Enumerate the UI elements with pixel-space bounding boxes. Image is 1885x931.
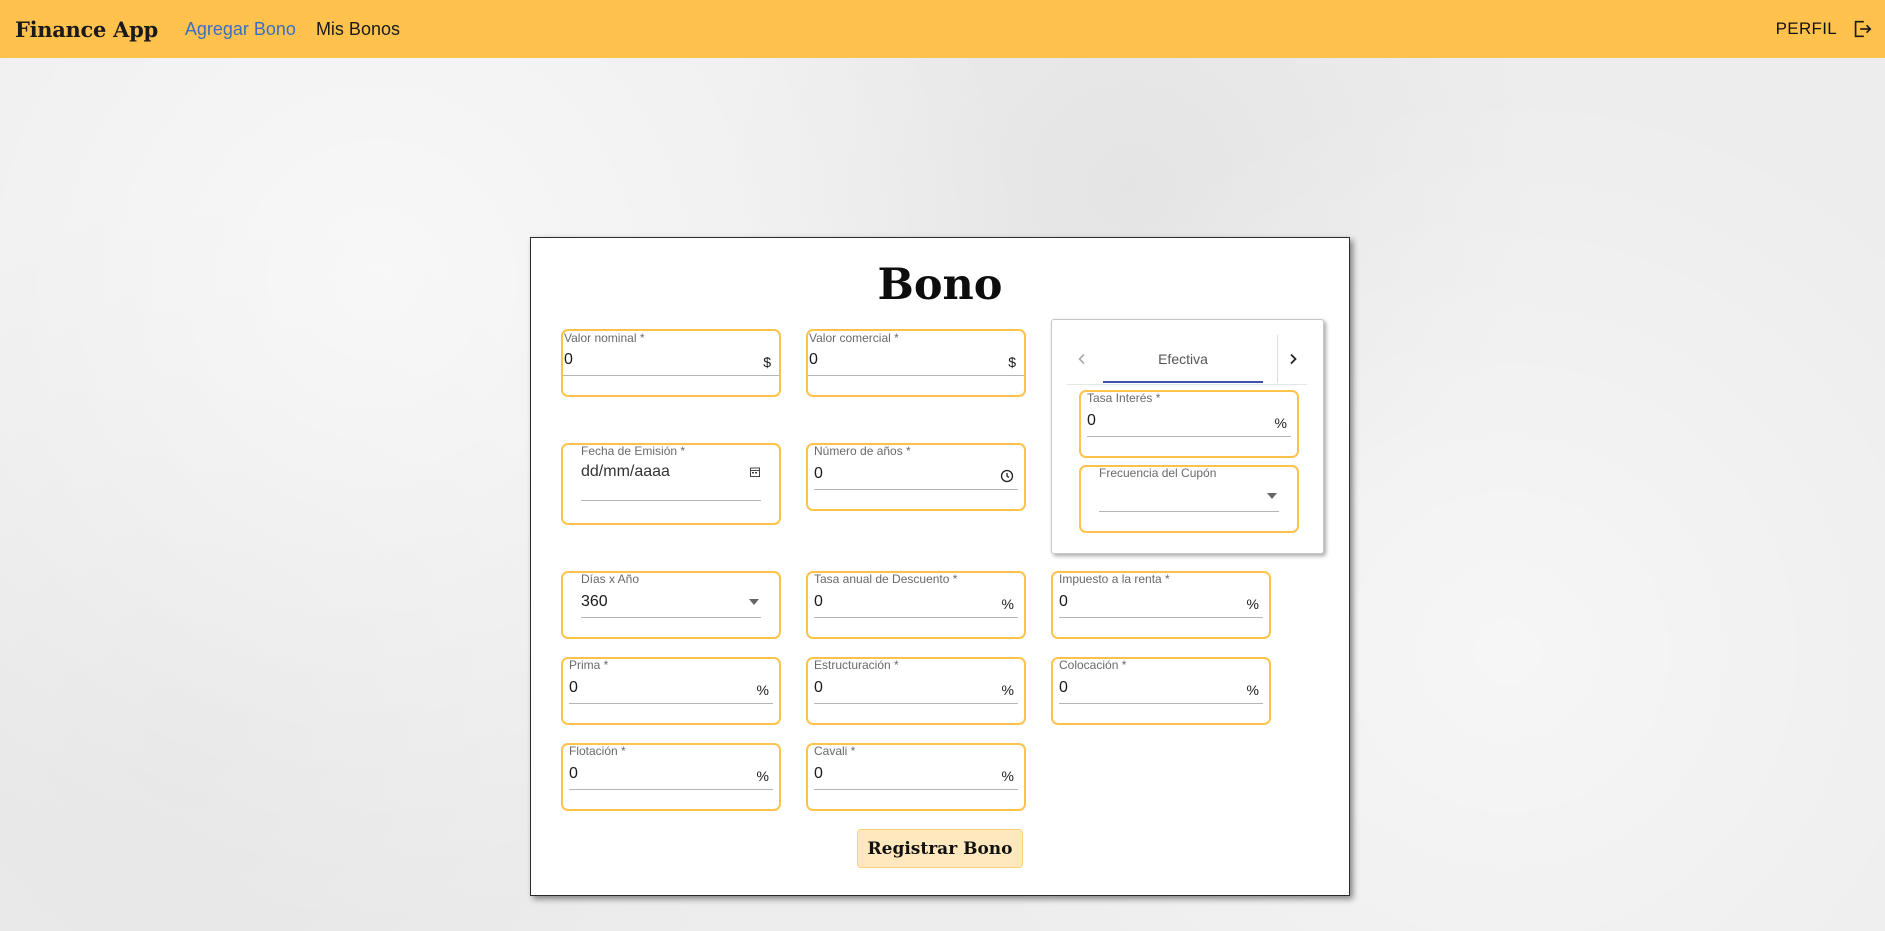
flotacion-underline (569, 789, 773, 790)
tasa-descuento-input[interactable]: 0 (814, 593, 823, 611)
tasa-interes-underline (1087, 436, 1291, 437)
tasa-descuento-underline (814, 617, 1018, 618)
dias-anio-underline (581, 617, 761, 618)
prima-label: Prima * (569, 658, 609, 672)
frecuencia-cupon-field[interactable]: Frecuencia del Cupón (1079, 465, 1299, 533)
form-title: Bono (877, 260, 1003, 310)
chevron-down-icon[interactable] (749, 599, 759, 605)
flotacion-field[interactable]: Flotación * 0 % (561, 743, 781, 811)
cavali-label: Cavali * (814, 744, 856, 758)
tasa-panel: Efectiva Tasa Interés * 0 % Frecuencia d… (1051, 319, 1324, 554)
fecha-emision-field[interactable]: Fecha de Emisión * dd/mm/aaaa (561, 443, 781, 525)
fecha-emision-input[interactable]: dd/mm/aaaa (581, 463, 670, 481)
tab-efectiva[interactable]: Efectiva (1103, 335, 1263, 383)
estructuracion-label: Estructuración * (814, 658, 899, 672)
tasa-interes-field[interactable]: Tasa Interés * 0 % (1079, 390, 1299, 458)
flotacion-label: Flotación * (569, 744, 626, 758)
percent-icon: % (756, 682, 769, 698)
valor-comercial-field[interactable]: Valor comercial * 0 $ (806, 329, 1026, 397)
tab-scroll-prev-button[interactable] (1067, 335, 1097, 383)
cavali-input[interactable]: 0 (814, 765, 823, 783)
fecha-emision-label: Fecha de Emisión * (581, 444, 686, 458)
flotacion-input[interactable]: 0 (569, 765, 578, 783)
valor-nominal-field[interactable]: Valor nominal * 0 $ (561, 329, 781, 397)
impuesto-renta-field[interactable]: Impuesto a la renta * 0 % (1051, 571, 1271, 639)
prima-field[interactable]: Prima * 0 % (561, 657, 781, 725)
percent-icon: % (1274, 415, 1287, 431)
colocacion-field[interactable]: Colocación * 0 % (1051, 657, 1271, 725)
chevron-right-icon (1289, 353, 1297, 365)
bond-form-card: Bono Valor nominal * 0 $ Valor comercial… (530, 237, 1350, 896)
impuesto-renta-underline (1059, 617, 1263, 618)
valor-comercial-input[interactable]: 0 (809, 351, 818, 369)
navbar-right: PERFIL (1776, 0, 1873, 58)
tasa-descuento-label: Tasa anual de Descuento * (814, 572, 958, 586)
nav-agregar-bono[interactable]: Agregar Bono (185, 19, 296, 40)
estructuracion-underline (814, 703, 1018, 704)
percent-icon: % (1246, 596, 1259, 612)
percent-icon: % (1001, 768, 1014, 784)
tasa-interes-label: Tasa Interés * (1087, 391, 1161, 405)
percent-icon: % (1001, 682, 1014, 698)
prima-input[interactable]: 0 (569, 679, 578, 697)
cavali-underline (814, 789, 1018, 790)
colocacion-input[interactable]: 0 (1059, 679, 1068, 697)
numero-anios-label: Número de años * (814, 444, 911, 458)
numero-anios-field[interactable]: Número de años * 0 (806, 443, 1026, 511)
clock-icon[interactable] (1000, 469, 1014, 483)
tasa-descuento-field[interactable]: Tasa anual de Descuento * 0 % (806, 571, 1026, 639)
registrar-bono-button[interactable]: Registrar Bono (857, 829, 1023, 868)
fecha-emision-underline (581, 500, 761, 501)
colocacion-label: Colocación * (1059, 658, 1127, 672)
tasa-tab-bar: Efectiva (1067, 335, 1307, 385)
chevron-left-icon (1078, 353, 1085, 365)
top-navbar: Finance App Agregar Bono Mis Bonos PERFI… (0, 0, 1885, 58)
estructuracion-input[interactable]: 0 (814, 679, 823, 697)
impuesto-renta-label: Impuesto a la renta * (1059, 572, 1170, 586)
valor-comercial-label: Valor comercial * (809, 331, 899, 345)
percent-icon: % (1001, 596, 1014, 612)
tab-scroll-next-button[interactable] (1277, 335, 1307, 383)
dias-anio-label: Días x Año (581, 572, 640, 586)
percent-icon: % (756, 768, 769, 784)
dias-anio-select[interactable]: 360 (581, 593, 608, 611)
prima-underline (569, 703, 773, 704)
nav-mis-bonos[interactable]: Mis Bonos (316, 19, 400, 40)
logout-icon[interactable] (1851, 18, 1873, 40)
frecuencia-cupon-label: Frecuencia del Cupón (1099, 466, 1217, 480)
cavali-field[interactable]: Cavali * 0 % (806, 743, 1026, 811)
calendar-icon[interactable] (749, 466, 761, 478)
percent-icon: % (1246, 682, 1259, 698)
valor-nominal-underline (563, 375, 779, 376)
tasa-interes-input[interactable]: 0 (1087, 412, 1096, 430)
valor-nominal-label: Valor nominal * (564, 331, 645, 345)
dias-anio-field[interactable]: Días x Año 360 (561, 571, 781, 639)
valor-nominal-input[interactable]: 0 (564, 351, 573, 369)
tab-indicator (1103, 381, 1263, 383)
impuesto-renta-input[interactable]: 0 (1059, 593, 1068, 611)
frecuencia-cupon-underline (1099, 511, 1279, 512)
valor-comercial-underline (808, 375, 1024, 376)
profile-link[interactable]: PERFIL (1776, 19, 1837, 39)
chevron-down-icon[interactable] (1267, 493, 1277, 499)
colocacion-underline (1059, 703, 1263, 704)
numero-anios-input[interactable]: 0 (814, 465, 823, 483)
estructuracion-field[interactable]: Estructuración * 0 % (806, 657, 1026, 725)
dollar-icon: $ (1008, 354, 1016, 370)
app-brand[interactable]: Finance App (15, 17, 158, 42)
dollar-icon: $ (763, 354, 771, 370)
numero-anios-underline (814, 489, 1018, 490)
